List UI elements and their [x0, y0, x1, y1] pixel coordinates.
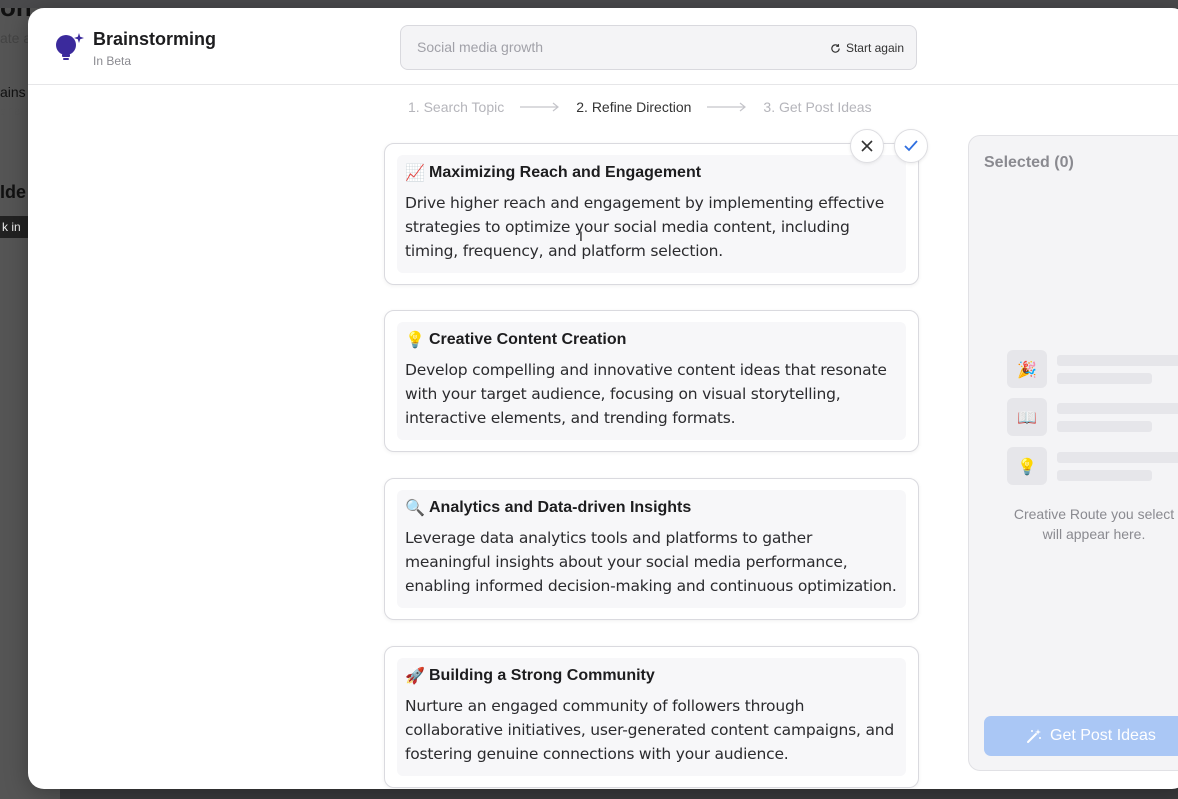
background-item-sub: enera: [0, 104, 28, 118]
arrow-right-icon: [520, 102, 560, 112]
background-chip: k in: [0, 216, 28, 238]
start-again-button[interactable]: Start again: [830, 38, 904, 58]
card-title-text: Maximizing Reach and Engagement: [429, 163, 702, 181]
card-title-text: Building a Strong Community: [429, 666, 655, 684]
lightbulb-icon: 💡: [1007, 447, 1047, 485]
magnifier-icon: 🔍: [405, 498, 425, 517]
book-icon: 📖: [1007, 398, 1047, 436]
placeholder-bar: [1057, 403, 1178, 414]
step-search-topic[interactable]: 1. Search Topic: [408, 99, 504, 115]
card-description: Develop compelling and innovative conten…: [405, 361, 887, 427]
lightbulb-sparkle-icon: [56, 33, 84, 60]
topic-search-box: Start again: [400, 25, 917, 70]
card-body: 📈 Maximizing Reach and Engagement Drive …: [397, 155, 906, 273]
direction-card-community[interactable]: 🚀 Building a Strong Community Nurture an…: [384, 646, 919, 788]
chart-increasing-icon: 📈: [405, 163, 425, 182]
selected-count-title: Selected (0): [984, 154, 1074, 171]
placeholder-bar: [1057, 373, 1152, 384]
arrow-right-icon: [707, 102, 747, 112]
placeholder-row: 🎉: [1007, 350, 1178, 390]
card-title: 💡 Creative Content Creation: [405, 330, 898, 349]
step-refine-direction[interactable]: 2. Refine Direction: [576, 99, 691, 115]
placeholder-row: 📖: [1007, 398, 1178, 438]
start-again-label: Start again: [845, 41, 904, 55]
placeholder-bar: [1057, 470, 1152, 481]
background-strip: [0, 0, 1178, 8]
step-get-post-ideas[interactable]: 3. Get Post Ideas: [763, 99, 871, 115]
card-body: 💡 Creative Content Creation Develop comp…: [397, 322, 906, 440]
get-post-ideas-label: Get Post Ideas: [1050, 727, 1156, 744]
card-title: 🔍 Analytics and Data-driven Insights: [405, 498, 898, 517]
card-title-text: Analytics and Data-driven Insights: [429, 498, 692, 516]
placeholder-bar: [1057, 421, 1152, 432]
stepper: 1. Search Topic 2. Refine Direction 3. G…: [408, 99, 872, 115]
background-subtitle: ate a: [0, 30, 28, 46]
dismiss-button[interactable]: [850, 129, 884, 163]
background-item-label: ains: [0, 84, 26, 100]
lightbulb-icon: 💡: [405, 330, 425, 349]
card-description: Nurture an engaged community of follower…: [405, 697, 895, 763]
placeholder-row: 💡: [1007, 447, 1178, 487]
direction-card-reach[interactable]: 📈 Maximizing Reach and Engagement Drive …: [384, 143, 919, 285]
card-body: 🔍 Analytics and Data-driven Insights Lev…: [397, 490, 906, 608]
card-title: 📈 Maximizing Reach and Engagement: [405, 163, 898, 182]
direction-card-creative[interactable]: 💡 Creative Content Creation Develop comp…: [384, 310, 919, 452]
direction-card-analytics[interactable]: 🔍 Analytics and Data-driven Insights Lev…: [384, 478, 919, 620]
refresh-icon: [831, 43, 840, 53]
card-title-text: Creative Content Creation: [429, 330, 627, 348]
beta-badge: In Beta: [93, 54, 132, 68]
card-description: Leverage data analytics tools and platfo…: [405, 529, 897, 595]
get-post-ideas-button[interactable]: Get Post Ideas: [984, 716, 1178, 756]
rocket-icon: 🚀: [405, 666, 425, 685]
text-cursor-icon: I: [579, 228, 583, 244]
placeholder-bar: [1057, 355, 1178, 366]
party-popper-icon: 🎉: [1007, 350, 1047, 388]
topic-input[interactable]: [417, 39, 777, 55]
select-button[interactable]: [894, 129, 928, 163]
check-icon: [904, 140, 918, 152]
app-title: Brainstorming: [93, 29, 217, 49]
empty-state-text: Creative Route you select will appear he…: [1013, 506, 1175, 542]
card-description: Drive higher reach and engagement by imp…: [405, 194, 885, 260]
card-body: 🚀 Building a Strong Community Nurture an…: [397, 658, 906, 776]
placeholder-bar: [1057, 452, 1178, 463]
magic-wand-icon: [1027, 729, 1041, 743]
brainstorming-modal: Brainstorming In Beta Start again 1. Sea…: [28, 8, 1178, 789]
card-title: 🚀 Building a Strong Community: [405, 666, 898, 685]
modal-header: Brainstorming In Beta Start again: [28, 8, 1178, 85]
close-icon: [861, 140, 873, 152]
selected-panel: Selected (0) 🎉 📖 💡 Creative Route you se…: [968, 135, 1178, 771]
background-section: Ide: [0, 182, 27, 202]
